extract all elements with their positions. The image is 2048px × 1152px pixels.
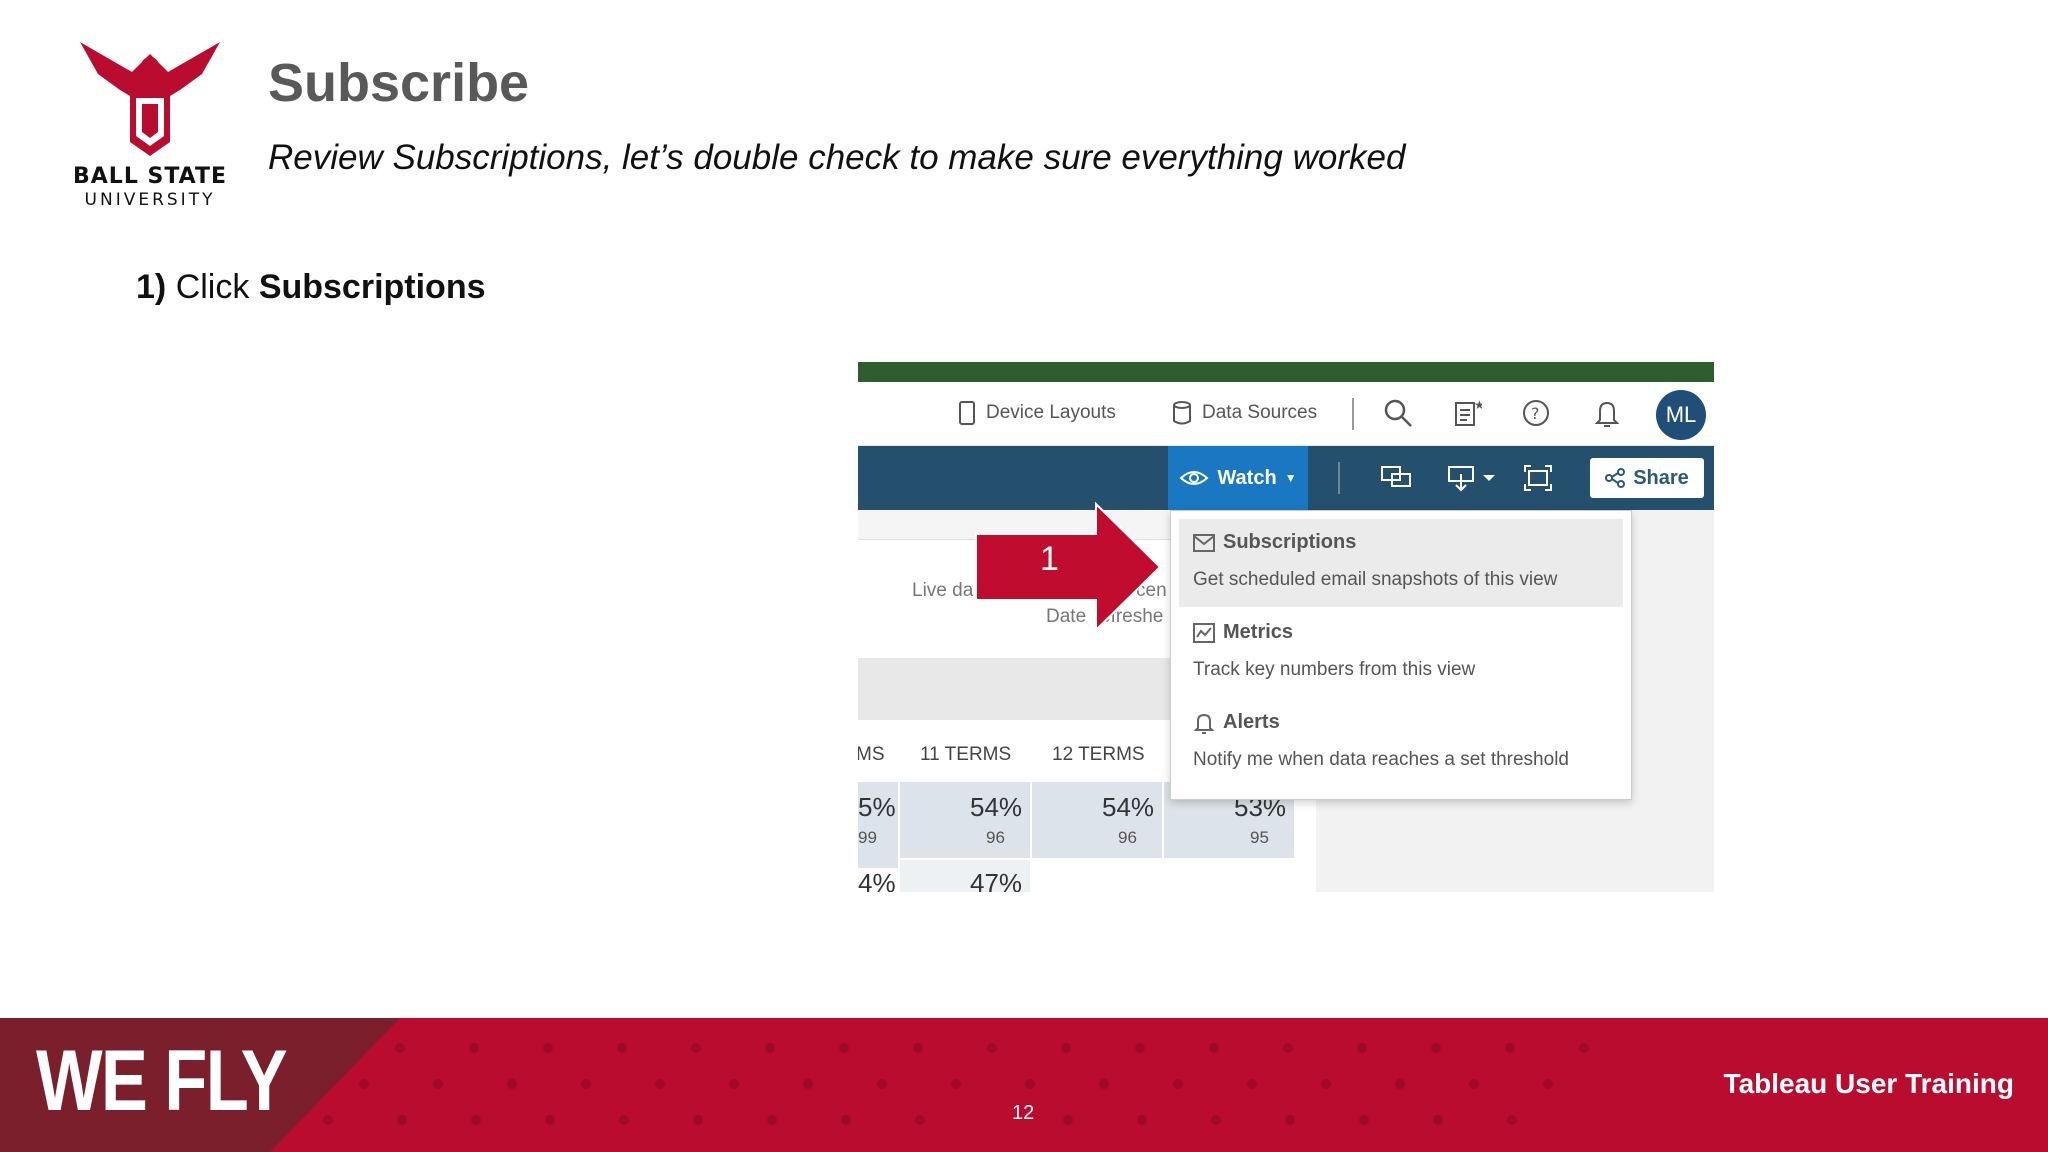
- subscriptions-label: Subscriptions: [1223, 531, 1357, 553]
- green-header-bar: [858, 362, 1714, 382]
- we-fly-wordmark: WE FLY: [36, 1033, 288, 1129]
- top-toolbar: Device Layouts Data Sources ★ ? ML: [858, 382, 1714, 446]
- watch-label: Watch: [1217, 466, 1277, 489]
- data-sources-button[interactable]: Data Sources: [1172, 400, 1317, 426]
- watch-button[interactable]: Watch ▼: [1168, 446, 1308, 510]
- percent-value: 54%: [1102, 792, 1155, 822]
- column-header: MS: [858, 744, 885, 765]
- metrics-description: Track key numbers from this view: [1193, 659, 1476, 680]
- logo-line1: BALL STATE: [73, 164, 227, 189]
- chevron-down-icon: ▼: [1284, 471, 1297, 485]
- device-layouts-label: Device Layouts: [986, 402, 1116, 423]
- logo-line2: UNIVERSITY: [84, 190, 216, 210]
- data-sources-label: Data Sources: [1202, 402, 1318, 423]
- device-icon: [959, 401, 975, 425]
- alerts-label: Alerts: [1223, 711, 1280, 733]
- comments-icon[interactable]: [1378, 461, 1414, 495]
- menu-item-title: Alerts: [1193, 711, 1280, 734]
- custom-views-icon[interactable]: ★: [1450, 396, 1484, 430]
- percent-value: 47%: [970, 868, 1023, 892]
- help-icon[interactable]: ?: [1519, 396, 1553, 430]
- menu-item-metrics[interactable]: Metrics Track key numbers from this view: [1179, 609, 1623, 697]
- column-header: 12 TERMS: [1052, 744, 1145, 765]
- envelope-icon: [1193, 533, 1215, 552]
- download-icon[interactable]: [1442, 461, 1502, 495]
- device-layouts-button[interactable]: Device Layouts: [958, 400, 1116, 426]
- toolbar-divider: [1338, 462, 1340, 494]
- live-data-text: Live da: [912, 580, 974, 601]
- subscriptions-description: Get scheduled email snapshots of this vi…: [1193, 569, 1558, 590]
- percent-value: 4%: [858, 868, 896, 892]
- callout-arrow-icon: [975, 502, 1162, 632]
- user-avatar[interactable]: ML: [1656, 390, 1706, 440]
- slide-subtitle: Review Subscriptions, let’s double check…: [268, 138, 1406, 177]
- bell-icon: [1193, 713, 1215, 734]
- step-text: Click: [175, 268, 250, 306]
- count-value: 95: [1250, 828, 1269, 847]
- alerts-description: Notify me when data reaches a set thresh…: [1193, 749, 1569, 770]
- view-toolbar: Watch ▼ Share: [858, 446, 1714, 510]
- watch-dropdown-menu: Subscriptions Get scheduled email snapsh…: [1170, 510, 1632, 800]
- database-icon: [1173, 401, 1191, 425]
- share-button[interactable]: Share: [1590, 458, 1704, 498]
- toolbar-divider: [1352, 398, 1354, 430]
- cardinal-logo-icon: [80, 42, 220, 156]
- count-value: 96: [986, 828, 1005, 847]
- percent-value: 54%: [970, 792, 1023, 822]
- eye-icon: [1179, 471, 1209, 485]
- count-value: 96: [1118, 828, 1137, 847]
- menu-item-alerts[interactable]: Alerts Notify me when data reaches a set…: [1179, 699, 1623, 787]
- slide-title: Subscribe: [268, 53, 530, 113]
- search-icon[interactable]: [1381, 396, 1415, 430]
- share-label: Share: [1633, 466, 1689, 489]
- menu-item-title: Metrics: [1193, 621, 1293, 644]
- ball-state-logo: BALL STATE UNIVERSITY: [70, 32, 230, 212]
- step-number: 1): [136, 268, 167, 306]
- course-title: Tableau User Training: [1723, 1068, 2014, 1099]
- page-number: 12: [1012, 1102, 1035, 1124]
- menu-item-title: Subscriptions: [1193, 531, 1356, 554]
- step-instruction: 1) Click Subscriptions: [136, 268, 486, 307]
- full-screen-icon[interactable]: [1520, 461, 1556, 495]
- share-icon: [1605, 468, 1626, 488]
- percent-value: 5%: [858, 792, 896, 822]
- metrics-icon: [1193, 622, 1215, 643]
- column-header: 11 TERMS: [920, 744, 1012, 765]
- step-target: Subscriptions: [258, 268, 486, 306]
- count-value: 99: [858, 828, 877, 847]
- svg-text:★: ★: [1474, 398, 1482, 412]
- menu-item-subscriptions[interactable]: Subscriptions Get scheduled email snapsh…: [1179, 519, 1623, 607]
- metrics-label: Metrics: [1223, 621, 1294, 643]
- svg-text:?: ?: [1531, 404, 1540, 423]
- notifications-bell-icon[interactable]: [1590, 396, 1624, 430]
- callout-number: 1: [1040, 540, 1059, 578]
